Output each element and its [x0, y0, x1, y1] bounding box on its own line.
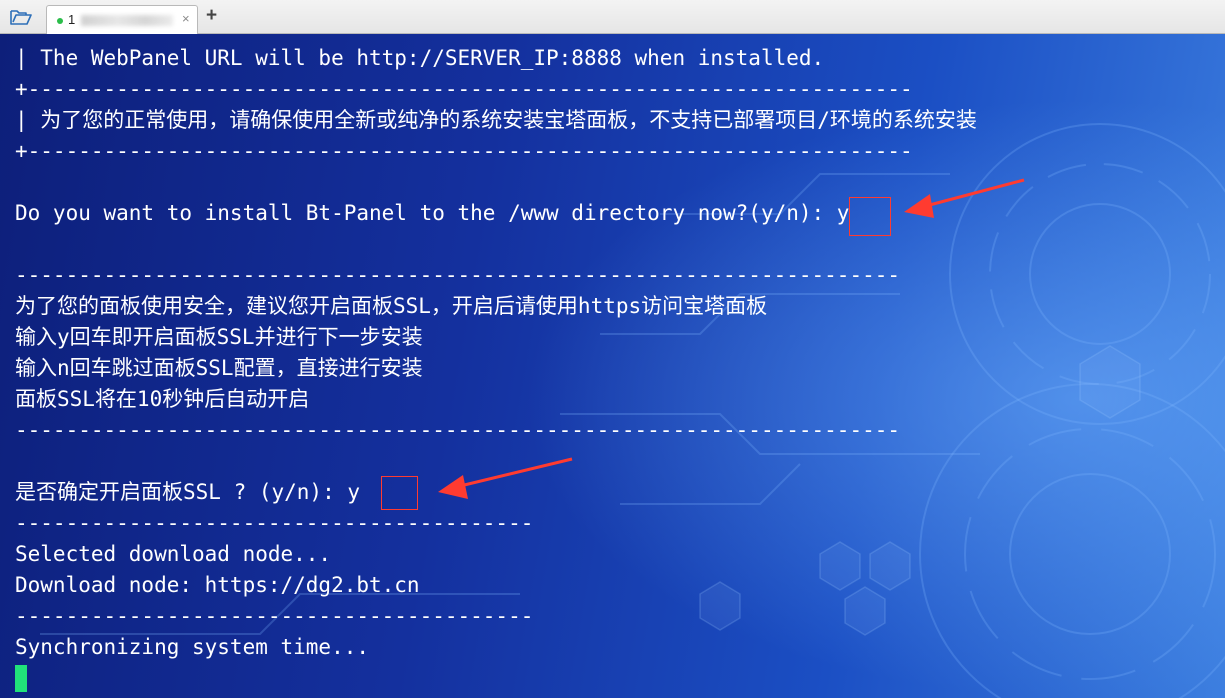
terminal-cursor: [15, 665, 27, 692]
terminal-line: ----------------------------------------…: [15, 604, 534, 628]
tab-label: 1: [68, 12, 76, 27]
terminal-line: +---------------------------------------…: [15, 139, 913, 163]
terminal-lines: | The WebPanel URL will be http://SERVER…: [15, 43, 1220, 694]
terminal-line: | 为了您的正常使用，请确保使用全新或纯净的系统安装宝塔面板，不支持已部署项目/…: [15, 108, 977, 132]
tab-bar: 1 × +: [0, 0, 1225, 34]
terminal-line: 为了您的面板使用安全，建议您开启面板SSL，开启后请使用https访问宝塔面板: [15, 294, 768, 318]
tab-host-redacted: [81, 15, 173, 26]
terminal-line: Selected download node...: [15, 542, 332, 566]
folder-open-button[interactable]: [8, 6, 34, 28]
terminal-line: 输入y回车即开启面板SSL并进行下一步安装: [15, 325, 423, 349]
terminal-line: 输入n回车跳过面板SSL配置，直接进行安装: [15, 356, 423, 380]
terminal-line: ----------------------------------------…: [15, 263, 901, 287]
terminal-line: 是否确定开启面板SSL ? (y/n): y: [15, 480, 361, 504]
answer-highlight-box: [381, 476, 418, 510]
terminal-line: Download node: https://dg2.bt.cn: [15, 573, 420, 597]
terminal-app-window: 1 × + | The WebPanel URL will be http://…: [0, 0, 1225, 698]
terminal-output[interactable]: | The WebPanel URL will be http://SERVER…: [0, 34, 1225, 698]
close-icon[interactable]: ×: [182, 11, 190, 26]
terminal-line: 面板SSL将在10秒钟后自动开启: [15, 387, 310, 411]
tab-session-1[interactable]: 1 ×: [46, 5, 198, 34]
terminal-line: | The WebPanel URL will be http://SERVER…: [15, 46, 825, 70]
terminal-line: Synchronizing system time...: [15, 635, 370, 659]
connection-status-dot: [57, 18, 63, 24]
answer-highlight-box: [849, 197, 891, 236]
new-tab-button[interactable]: +: [206, 4, 217, 28]
terminal-line: +---------------------------------------…: [15, 77, 913, 101]
terminal-line: Do you want to install Bt-Panel to the /…: [15, 201, 850, 225]
terminal-line: ----------------------------------------…: [15, 418, 901, 442]
terminal-line: ----------------------------------------…: [15, 511, 534, 535]
folder-open-icon: [10, 10, 32, 25]
terminal-cursor-line: [15, 663, 1220, 694]
